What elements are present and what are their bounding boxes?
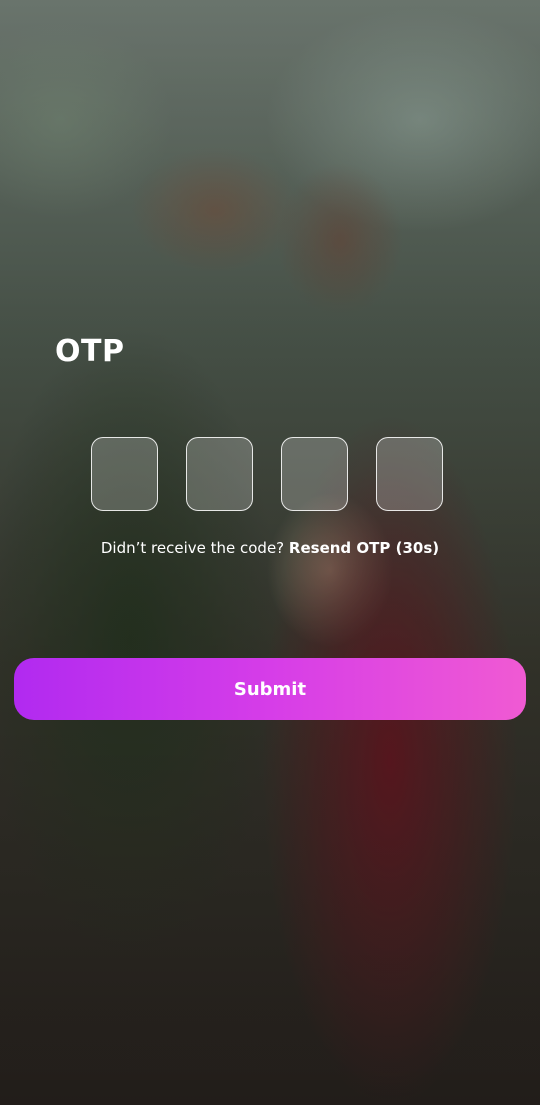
otp-digit-1[interactable] [91, 437, 158, 511]
resend-otp-link[interactable]: Resend OTP (30s) [289, 539, 439, 557]
submit-button[interactable]: Submit [14, 658, 526, 720]
otp-input-group [91, 437, 443, 511]
otp-digit-3[interactable] [281, 437, 348, 511]
resend-row: Didn’t receive the code? Resend OTP (30s… [0, 539, 540, 557]
otp-digit-4[interactable] [376, 437, 443, 511]
otp-digit-2[interactable] [186, 437, 253, 511]
otp-screen: OTP Didn’t receive the code? Resend OTP … [0, 0, 540, 1105]
page-title: OTP [55, 334, 125, 369]
resend-prompt: Didn’t receive the code? [100, 539, 289, 557]
